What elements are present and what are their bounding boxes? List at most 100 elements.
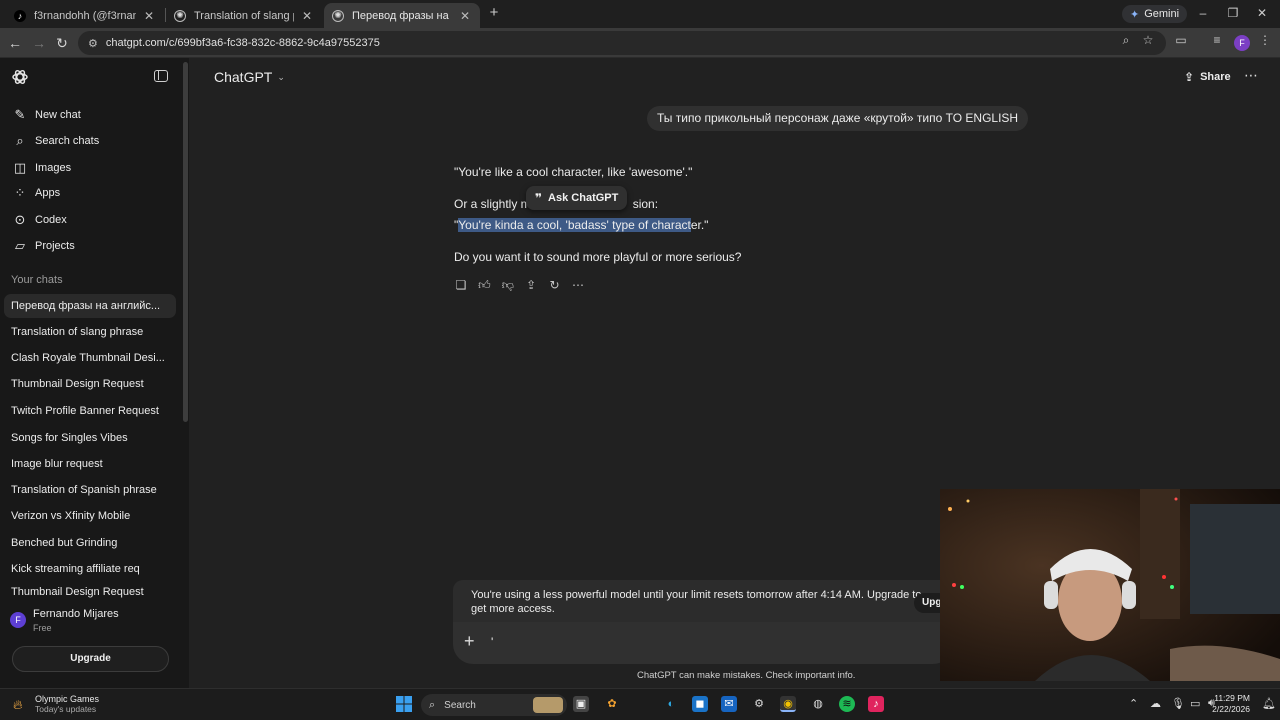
assistant-line-3: "You're kinda a cool, 'badass' type of c… xyxy=(454,218,708,232)
message-composer[interactable]: + ' xyxy=(453,622,953,664)
zoom-icon[interactable]: ⌕ xyxy=(1119,33,1133,47)
sidebar-scrollbar[interactable] xyxy=(183,62,188,422)
chat-item[interactable]: Translation of slang phrase xyxy=(4,320,176,344)
sidebar: ✎ New chat ⌕ Search chats ◫ Images ⁘ App… xyxy=(0,58,189,688)
browser-menu-icon[interactable]: ⋮ xyxy=(1258,33,1272,47)
tiktok-icon[interactable]: ♪ xyxy=(868,696,884,712)
webcam-image xyxy=(940,489,1280,681)
news-subtitle: Today's updates xyxy=(35,704,97,714)
openai-logo-icon[interactable] xyxy=(11,68,29,86)
sidebar-item-images[interactable]: ◫ Images xyxy=(0,156,180,180)
chat-item[interactable]: Image blur request xyxy=(4,452,176,476)
browser-toolbar: ← → ↻ ⚙ chatgpt.com/c/699bf3a6-fc38-832c… xyxy=(0,28,1280,58)
chat-item[interactable]: Clash Royale Thumbnail Desi... xyxy=(4,346,176,370)
close-sidebar-icon[interactable] xyxy=(154,70,168,82)
chat-item-active[interactable]: Перевод фразы на английс... xyxy=(4,294,176,318)
show-hidden-icons-icon[interactable]: ⌃ xyxy=(1129,697,1138,710)
user-account-panel[interactable]: F Fernando Mijares Free Upgrade xyxy=(0,603,189,688)
gemini-button[interactable]: ✦ Gemini xyxy=(1122,5,1188,23)
add-attachment-icon[interactable]: + xyxy=(464,631,475,652)
share-icon[interactable]: ⇪ xyxy=(523,277,539,293)
news-widget[interactable]: 🔥︎ Olympic Games Today's updates xyxy=(13,694,99,714)
assistant-line-4: Do you want it to sound more playful or … xyxy=(454,250,742,264)
bookmark-star-icon[interactable]: ☆ xyxy=(1141,33,1155,47)
more-options-icon[interactable]: ⋯ xyxy=(1244,67,1258,84)
microphone-icon[interactable]: 🎙︎ xyxy=(1171,697,1185,710)
close-tab-icon[interactable]: ✕ xyxy=(300,9,314,23)
forward-icon[interactable]: → xyxy=(30,34,48,52)
sidebar-item-search-chats[interactable]: ⌕ Search chats xyxy=(0,129,180,153)
sidebar-item-apps[interactable]: ⁘ Apps xyxy=(0,181,180,205)
address-bar[interactable]: ⚙ chatgpt.com/c/699bf3a6-fc38-832c-8862-… xyxy=(78,31,1166,55)
quote-icon: ❞ xyxy=(535,191,543,205)
upgrade-button[interactable]: Upgrade xyxy=(12,646,169,672)
reading-list-icon[interactable]: ≡ xyxy=(1210,33,1224,47)
chatgpt-icon: ✺ xyxy=(174,9,186,22)
chevron-down-icon: ⌄ xyxy=(277,71,285,82)
tab-tiktok[interactable]: ♪ f3rnandohh (@f3rnandohh) | Ti ✕ xyxy=(6,3,164,28)
sidebar-item-label: Projects xyxy=(35,240,75,252)
onedrive-icon[interactable]: ☁ xyxy=(1150,697,1161,710)
sidebar-item-new-chat[interactable]: ✎ New chat xyxy=(0,103,180,127)
close-tab-icon[interactable]: ✕ xyxy=(458,9,472,23)
cast-icon[interactable]: ▭ xyxy=(1174,33,1188,47)
ask-chatgpt-popup[interactable]: ❞ Ask ChatGPT xyxy=(526,186,628,210)
chrome-icon[interactable]: ◉ xyxy=(780,696,796,712)
back-icon[interactable]: ← xyxy=(6,34,24,52)
message-actions: ❏ 👍︎ 👎︎ ⇪ ↻ ⋯ xyxy=(453,277,593,293)
tab-active-perevod[interactable]: ✺ Перевод фразы на английски ✕ xyxy=(324,3,480,28)
share-icon: ⇪ xyxy=(1184,70,1195,84)
tab-title: f3rnandohh (@f3rnandohh) | Ti xyxy=(34,9,136,22)
regenerate-icon[interactable]: ↻ xyxy=(547,277,563,293)
outlook-icon[interactable]: ✉ xyxy=(721,696,737,712)
edge-icon[interactable]: ◐ xyxy=(663,696,679,712)
sidebar-item-label: Search chats xyxy=(35,135,100,147)
restore-icon[interactable]: ❐ xyxy=(1226,6,1240,20)
url-text: chatgpt.com/c/699bf3a6-fc38-832c-8862-9c… xyxy=(105,37,380,49)
taskbar-search[interactable]: ⌕ Search xyxy=(421,694,567,716)
site-info-icon[interactable]: ⚙ xyxy=(88,37,98,50)
chat-item[interactable]: Verizon vs Xfinity Mobile xyxy=(4,504,176,528)
notification-bell-icon[interactable]: 🔔︎ xyxy=(1262,697,1276,710)
reload-icon[interactable]: ↻ xyxy=(53,34,71,52)
share-button[interactable]: ⇪ Share xyxy=(1184,70,1231,84)
sidebar-item-projects[interactable]: ▱ Projects xyxy=(0,234,180,258)
more-icon[interactable]: ⋯ xyxy=(570,277,586,293)
copilot-icon[interactable]: ✿ xyxy=(604,696,620,712)
tab-translation[interactable]: ✺ Translation of slang phrase ✕ xyxy=(166,3,322,28)
disclaimer-text: ChatGPT can make mistakes. Check importa… xyxy=(637,670,856,681)
browser-profile-avatar[interactable]: F xyxy=(1234,35,1250,51)
minimize-icon[interactable]: – xyxy=(1196,6,1210,20)
thumbs-down-icon[interactable]: 👎︎ xyxy=(500,277,516,293)
app-icon[interactable]: ◍ xyxy=(810,696,826,712)
copy-icon[interactable]: ❏ xyxy=(453,277,469,293)
clock-time: 11:29 PM xyxy=(1214,693,1250,703)
model-picker[interactable]: ChatGPT ⌄ xyxy=(214,69,285,85)
assistant-line-1: "You're like a cool character, like 'awe… xyxy=(454,165,693,179)
windows-start-icon[interactable] xyxy=(396,696,412,712)
selected-text[interactable]: You're kinda a cool, 'badass' type of ch… xyxy=(458,218,691,232)
user-name: Fernando Mijares xyxy=(33,608,119,620)
new-tab-button[interactable]: + xyxy=(486,5,502,21)
task-view-icon[interactable]: ▣ xyxy=(573,696,589,712)
thumbs-up-icon[interactable]: 👍︎ xyxy=(476,277,492,293)
close-window-icon[interactable]: ✕ xyxy=(1255,6,1269,20)
close-tab-icon[interactable]: ✕ xyxy=(142,9,156,23)
chat-item[interactable]: Translation of Spanish phrase xyxy=(4,478,176,502)
composer-input[interactable]: ' xyxy=(491,635,493,649)
sidebar-item-label: Apps xyxy=(35,187,61,199)
chat-item[interactable]: Thumbnail Design Request xyxy=(4,372,176,396)
chat-item[interactable]: Kick streaming affiliate req xyxy=(4,557,176,581)
spotify-icon[interactable]: ≋ xyxy=(839,696,855,712)
sidebar-item-codex[interactable]: ⊙ Codex xyxy=(0,208,180,232)
browser-tab-strip: ♪ f3rnandohh (@f3rnandohh) | Ti ✕ ✺ Tran… xyxy=(0,0,1280,28)
store-icon[interactable]: ◼ xyxy=(692,696,708,712)
clock-date: 2/22/2026 xyxy=(1212,704,1250,714)
settings-gear-icon[interactable]: ⚙ xyxy=(751,696,767,712)
chatgpt-icon: ✺ xyxy=(332,9,344,22)
system-clock[interactable]: 11:29 PM 2/22/2026 xyxy=(1198,693,1250,715)
chat-item[interactable]: Benched but Grinding xyxy=(4,531,176,555)
chat-item[interactable]: Thumbnail Design Request xyxy=(4,583,176,601)
chat-item[interactable]: Twitch Profile Banner Request xyxy=(4,399,176,423)
chat-item[interactable]: Songs for Singles Vibes xyxy=(4,426,176,450)
